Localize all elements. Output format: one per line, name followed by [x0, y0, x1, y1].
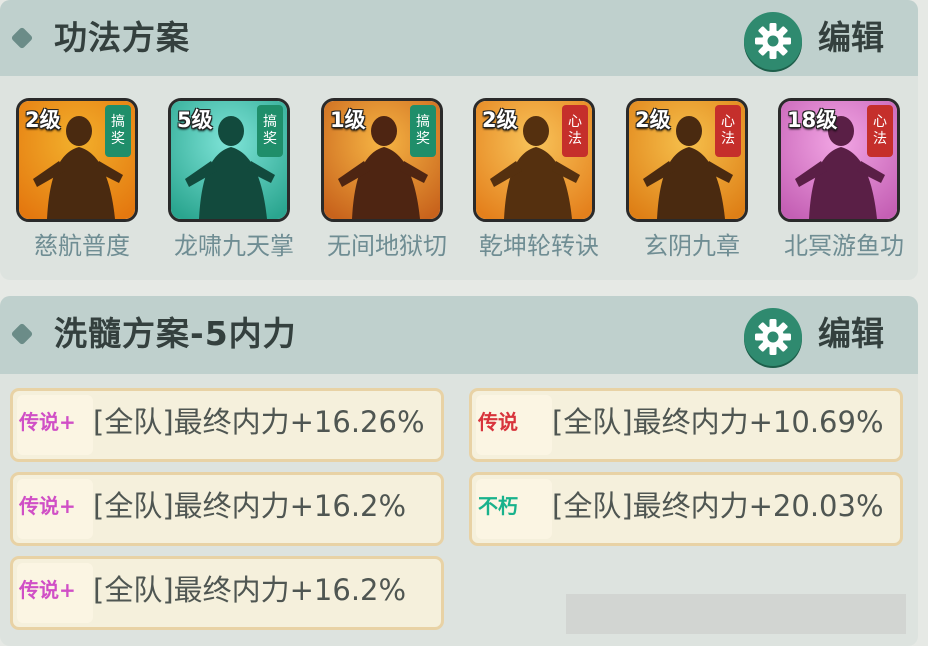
- attribute-value-text: [全队]最终内力+10.69%: [552, 405, 884, 439]
- skill-item[interactable]: 2级 心法玄阴九章: [616, 98, 756, 268]
- skill-icon: 2级 心法: [473, 98, 595, 222]
- skill-level-label: 2级: [482, 108, 518, 132]
- refine-plan-edit-button[interactable]: 编辑: [744, 306, 914, 366]
- skill-item[interactable]: 5级 搞奖龙啸九天掌: [158, 98, 298, 268]
- attribute-value-text: [全队]最终内力+16.2%: [93, 489, 407, 523]
- attribute-value-text: [全队]最终内力+16.26%: [93, 405, 425, 439]
- skill-name: 无间地狱切: [327, 232, 447, 260]
- skill-item[interactable]: 2级 心法乾坤轮转诀: [463, 98, 603, 268]
- skill-type-badge: 心法: [715, 105, 741, 157]
- skill-name: 龙啸九天掌: [174, 232, 294, 260]
- skill-plan-header: 功法方案 编辑: [0, 0, 918, 76]
- attribute-quality-label: 不朽: [478, 494, 518, 518]
- skill-name: 乾坤轮转诀: [479, 232, 599, 260]
- attribute-value-text: [全队]最终内力+20.03%: [552, 489, 884, 523]
- skill-level-label: 5级: [177, 108, 213, 132]
- skill-level-label: 1级: [330, 108, 366, 132]
- attribute-quality-label: 传说: [478, 410, 518, 434]
- skill-icon: 2级 心法: [626, 98, 748, 222]
- skill-name: 慈航普度: [34, 232, 130, 260]
- skill-plan-edit-label: 编辑: [818, 18, 884, 57]
- refine-attribute-row: 传说+ [全队]最终内力+16.2%: [10, 556, 444, 630]
- gear-icon: [744, 308, 802, 366]
- skill-item[interactable]: 18级 心法北冥游鱼功: [768, 98, 908, 268]
- skill-icon: 1级 搞奖: [321, 98, 443, 222]
- skill-type-badge: 心法: [562, 105, 588, 157]
- skill-name: 北冥游鱼功: [784, 232, 904, 260]
- skill-item[interactable]: 1级 搞奖无间地狱切: [311, 98, 451, 268]
- skill-icon: 18级 心法: [778, 98, 900, 222]
- diamond-bullet-icon: [10, 26, 34, 50]
- diamond-bullet-icon: [10, 322, 34, 346]
- refine-attribute-row: 传说 [全队]最终内力+10.69%: [469, 388, 903, 462]
- skill-type-badge: 搞奖: [257, 105, 283, 157]
- skill-level-label: 2级: [25, 108, 61, 132]
- refine-attribute-row: 传说+ [全队]最终内力+16.2%: [10, 472, 444, 546]
- refine-plan-edit-label: 编辑: [818, 314, 884, 353]
- skill-item[interactable]: 2级 搞奖慈航普度: [6, 98, 146, 268]
- skill-plan-title: 功法方案: [54, 18, 190, 57]
- gear-icon: [744, 12, 802, 70]
- refine-attribute-row: 不朽 [全队]最终内力+20.03%: [469, 472, 903, 546]
- skill-type-badge: 搞奖: [410, 105, 436, 157]
- skill-plan-panel: 功法方案 编辑 2级 搞 奖 慈航普度 5级 搞 奖 龙啸九天掌 1级 搞 奖 …: [0, 0, 918, 280]
- refine-attribute-row: 传说+ [全队]最终内力+16.26%: [10, 388, 444, 462]
- attribute-quality-label: 传说+: [19, 578, 76, 602]
- skill-icon: 5级 搞奖: [168, 98, 290, 222]
- skill-type-badge: 心法: [867, 105, 893, 157]
- skill-icon: 2级 搞奖: [16, 98, 138, 222]
- blurred-watermark: [566, 594, 906, 634]
- attribute-quality-label: 传说+: [19, 494, 76, 518]
- skill-plan-edit-button[interactable]: 编辑: [744, 10, 914, 70]
- skill-type-badge: 搞奖: [105, 105, 131, 157]
- skill-level-label: 18级: [787, 108, 838, 132]
- attribute-value-text: [全队]最终内力+16.2%: [93, 573, 407, 607]
- skill-level-label: 2级: [635, 108, 671, 132]
- refine-plan-title: 洗髓方案-5内力: [54, 314, 297, 353]
- skill-name: 玄阴九章: [644, 232, 740, 260]
- refine-plan-header: 洗髓方案-5内力 编辑: [0, 296, 918, 374]
- skill-list: 2级 搞奖慈航普度 5级 搞奖龙啸九天掌 1级 搞奖无间地狱切 2级 心法乾坤轮转诀 2级 心法玄…: [0, 98, 918, 268]
- attribute-quality-label: 传说+: [19, 410, 76, 434]
